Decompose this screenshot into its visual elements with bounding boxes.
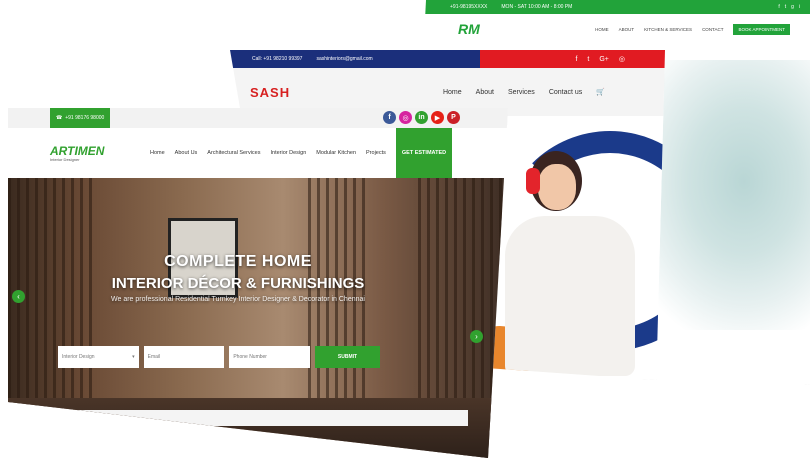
person-body-shape (505, 216, 635, 376)
cart-icon[interactable]: 🛒 (596, 88, 605, 96)
chevron-down-icon: ▾ (132, 354, 135, 360)
floor-shape (8, 398, 508, 458)
headphone-icon (526, 168, 540, 194)
artimen-phone-text: +91 98176 98000 (65, 115, 105, 121)
phone-field[interactable]: Phone Number (229, 346, 311, 368)
artimen-social-icons: f ◎ in ▶ P (383, 111, 460, 124)
submit-button[interactable]: SUBMIT (315, 346, 381, 368)
rm-hours-text: MON - SAT 10:00 AM - 8:00 PM (501, 4, 573, 10)
artimen-nav-interior[interactable]: Interior Design (270, 150, 306, 156)
rm-social-icons: f t g i (778, 4, 800, 10)
google-plus-icon[interactable]: G+ (599, 56, 609, 63)
facebook-icon[interactable]: f (575, 56, 577, 63)
artimen-phone-badge[interactable]: ☎ +91 98176 98000 (50, 108, 111, 128)
hero-headline: COMPLETE HOME INTERIOR DÉCOR & FURNISHIN… (108, 253, 368, 303)
sash-nav-services[interactable]: Services (508, 89, 535, 96)
artimen-logo[interactable]: ARTIMEN Interior Designer (50, 133, 105, 173)
sash-nav-contact[interactable]: Contact us (549, 89, 582, 96)
hero-title-line1: COMPLETE HOME (164, 253, 312, 270)
artimen-site-mockup: ☎ +91 98176 98000 f ◎ in ▶ P ARTIMEN Int… (8, 108, 508, 458)
rm-book-appointment-button[interactable]: BOOK APPOINTMENT (733, 23, 790, 35)
artimen-nav-about[interactable]: About Us (175, 150, 198, 156)
artimen-nav-projects[interactable]: Projects (366, 150, 386, 156)
hero-tagline: We are professional Residential Turnkey … (111, 296, 365, 303)
slider-next-icon[interactable]: › (470, 330, 483, 343)
headset-woman-image (500, 146, 660, 376)
wood-panel-left (8, 178, 98, 458)
instagram-icon[interactable]: ◎ (399, 111, 412, 124)
phone-icon: ☎ (56, 115, 63, 121)
artimen-nav-architectural[interactable]: Architectural Services (207, 150, 260, 156)
sash-logo[interactable]: SASH (250, 85, 290, 100)
sash-nav-about[interactable]: About (476, 89, 494, 96)
twitter-icon[interactable]: t (587, 56, 589, 63)
person-face-shape (538, 164, 576, 210)
instagram-icon[interactable]: i (799, 4, 800, 10)
twitter-icon[interactable]: t (785, 4, 786, 10)
service-select[interactable]: Interior Design ▾ (58, 346, 139, 368)
rm-logo[interactable]: RM (458, 21, 480, 37)
slider-prev-icon[interactable]: ‹ (12, 290, 25, 303)
artimen-navbar: ARTIMEN Interior Designer Home About Us … (8, 128, 508, 178)
sash-email-text[interactable]: sashinteriors@gmail.com (316, 56, 372, 62)
rm-nav-kitchen[interactable]: KITCHEN & SERVICES (644, 27, 692, 32)
email-field[interactable]: Email (143, 346, 225, 368)
service-select-value: Interior Design (62, 354, 95, 360)
rm-nav-home[interactable]: HOME (595, 27, 609, 32)
rm-phone-text: +91-98195XXXX (450, 4, 488, 10)
sash-topbar: Call: +91 98210 99397 sashinteriors@gmai… (230, 50, 665, 68)
facebook-icon[interactable]: f (383, 111, 396, 124)
instagram-icon[interactable]: ◎ (619, 55, 625, 63)
get-estimated-button[interactable]: GET ESTIMATED (395, 128, 453, 178)
artimen-logo-mark: ARTIMEN (50, 143, 105, 158)
rm-topbar: +91-98195XXXX MON - SAT 10:00 AM - 8:00 … (410, 0, 810, 14)
rm-navbar: RM HOME ABOUT KITCHEN & SERVICES CONTACT… (410, 14, 810, 44)
artimen-nav-home[interactable]: Home (150, 150, 165, 156)
sash-call-text: Call: +91 98210 99397 (252, 56, 303, 62)
sash-social-bar: f t G+ ◎ (480, 50, 665, 68)
estimate-form: Interior Design ▾ Email Phone Number SUB… (58, 346, 381, 368)
facebook-icon[interactable]: f (778, 4, 779, 10)
google-icon[interactable]: g (791, 4, 794, 10)
rm-nav-about[interactable]: ABOUT (619, 27, 635, 32)
rm-nav-contact[interactable]: CONTACT (702, 27, 723, 32)
sash-contact-bar: Call: +91 98210 99397 sashinteriors@gmai… (230, 50, 480, 68)
artimen-topbar: ☎ +91 98176 98000 f ◎ in ▶ P (8, 108, 508, 128)
houzz-icon[interactable]: in (415, 111, 428, 124)
artimen-nav-kitchen[interactable]: Modular Kitchen (316, 150, 356, 156)
artimen-logo-subtitle: Interior Designer (50, 156, 80, 162)
artimen-hero: COMPLETE HOME INTERIOR DÉCOR & FURNISHIN… (8, 178, 508, 458)
youtube-icon[interactable]: ▶ (431, 111, 444, 124)
hero-title-line2: INTERIOR DÉCOR & FURNISHINGS (111, 275, 365, 292)
sash-nav-home[interactable]: Home (443, 89, 462, 96)
hero-bottom-strip (28, 410, 468, 426)
pinterest-icon[interactable]: P (447, 111, 460, 124)
